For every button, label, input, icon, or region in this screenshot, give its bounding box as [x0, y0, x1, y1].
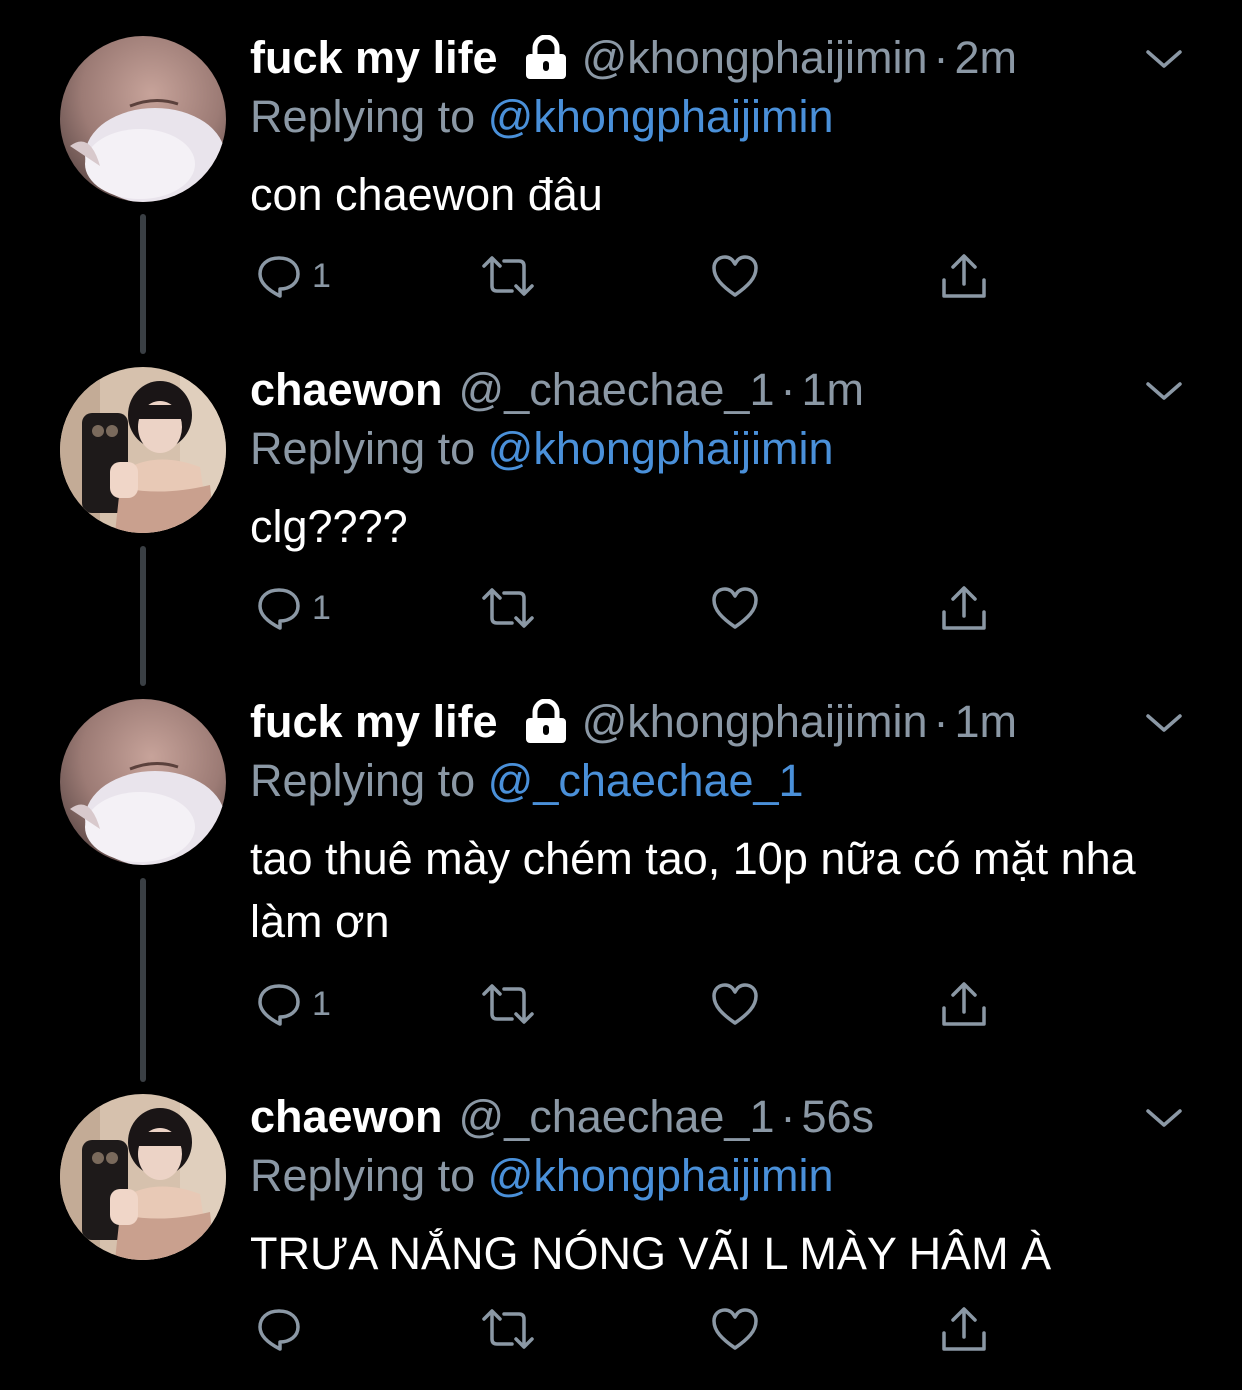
tweet-text: con chaewon đâu: [250, 169, 603, 220]
heart-icon: [712, 255, 758, 297]
chevron-down-icon[interactable]: [1142, 708, 1186, 738]
tweet-actions: 1: [250, 974, 1010, 1034]
replying-to-link[interactable]: @khongphaijimin: [488, 91, 834, 142]
sleeping-girl-avatar-image: [60, 36, 226, 202]
reply-button[interactable]: 1: [256, 246, 331, 306]
mirror-selfie-avatar-image: [60, 1094, 226, 1260]
avatar[interactable]: [60, 1094, 226, 1260]
retweet-icon: [482, 1309, 534, 1349]
replying-prefix: Replying to: [250, 423, 476, 474]
reply-button[interactable]: 1: [256, 974, 331, 1034]
replying-prefix: Replying to: [250, 91, 476, 142]
mirror-selfie-avatar-image: [60, 367, 226, 533]
tweet-header: chaewon @_chaechae_1 · 1m: [250, 360, 864, 420]
reply-count: 1: [312, 984, 331, 1023]
avatar[interactable]: [60, 367, 226, 533]
retweet-icon: [482, 984, 534, 1024]
separator: ·: [933, 696, 949, 747]
heart-icon: [712, 983, 758, 1025]
retweet-button[interactable]: [480, 246, 536, 306]
tweet-header: fuck my life @khongphaijimin · 1m: [250, 692, 1017, 752]
reply-count: 1: [312, 256, 331, 295]
like-button[interactable]: [710, 1299, 760, 1359]
avatar[interactable]: [60, 36, 226, 202]
reply-icon: [258, 1309, 300, 1351]
retweet-button[interactable]: [480, 578, 536, 638]
tweet-actions: 1: [250, 246, 1010, 306]
timestamp[interactable]: 1m: [801, 364, 864, 416]
display-name[interactable]: chaewon: [250, 1091, 443, 1143]
tweet-actions: 1: [250, 578, 1010, 638]
user-handle[interactable]: @khongphaijimin: [582, 696, 928, 748]
tweet-header: fuck my life @khongphaijimin · 2m: [250, 28, 1017, 88]
retweet-icon: [482, 588, 534, 628]
lock-icon: [525, 35, 566, 79]
timestamp[interactable]: 1m: [954, 696, 1017, 748]
tweet-actions: [250, 1299, 1010, 1359]
tweet-text: clg????: [250, 501, 408, 552]
share-button[interactable]: [940, 1299, 988, 1359]
like-button[interactable]: [710, 974, 760, 1034]
sleeping-girl-avatar-image: [60, 699, 226, 865]
chevron-down-icon[interactable]: [1142, 1103, 1186, 1133]
replying-to-link[interactable]: @khongphaijimin: [488, 1150, 834, 1201]
timestamp[interactable]: 56s: [801, 1091, 874, 1143]
display-name[interactable]: chaewon: [250, 364, 443, 416]
tweet-text: tao thuê mày chém tao, 10p nữa có mặt nh…: [250, 833, 1136, 947]
share-button[interactable]: [940, 246, 988, 306]
thread-line: [140, 878, 146, 1082]
share-icon: [942, 1307, 986, 1351]
avatar[interactable]: [60, 699, 226, 865]
replying-to: Replying to @khongphaijimin: [250, 1150, 834, 1202]
replying-to: Replying to @khongphaijimin: [250, 423, 834, 475]
share-button[interactable]: [940, 578, 988, 638]
display-name[interactable]: fuck my life: [250, 696, 498, 748]
share-icon: [942, 982, 986, 1026]
reply-icon: [258, 256, 300, 298]
reply-icon: [258, 984, 300, 1026]
like-button[interactable]: [710, 578, 760, 638]
reply-button[interactable]: [256, 1299, 312, 1359]
reply-button[interactable]: 1: [256, 578, 331, 638]
separator: ·: [933, 32, 949, 83]
display-name[interactable]: fuck my life: [250, 32, 498, 84]
lock-icon: [525, 699, 566, 743]
reply-count: 1: [312, 588, 331, 627]
retweet-button[interactable]: [480, 1299, 536, 1359]
retweet-icon: [482, 256, 534, 296]
replying-to: Replying to @_chaechae_1: [250, 755, 804, 807]
thread-line: [140, 546, 146, 686]
share-icon: [942, 254, 986, 298]
timestamp[interactable]: 2m: [954, 32, 1017, 84]
user-handle[interactable]: @_chaechae_1: [459, 1091, 775, 1143]
reply-icon: [258, 588, 300, 630]
thread-line: [140, 214, 146, 354]
replying-prefix: Replying to: [250, 755, 476, 806]
like-button[interactable]: [710, 246, 760, 306]
user-handle[interactable]: @khongphaijimin: [582, 32, 928, 84]
tweet-header: chaewon @_chaechae_1 · 56s: [250, 1087, 874, 1147]
heart-icon: [712, 1308, 758, 1350]
replying-to-link[interactable]: @khongphaijimin: [488, 423, 834, 474]
heart-icon: [712, 587, 758, 629]
separator: ·: [780, 1091, 796, 1142]
chevron-down-icon[interactable]: [1142, 376, 1186, 406]
replying-to: Replying to @khongphaijimin: [250, 91, 834, 143]
retweet-button[interactable]: [480, 974, 536, 1034]
tweet-text: TRƯA NẮNG NÓNG VÃI L MÀY HÂM À: [250, 1228, 1052, 1279]
share-icon: [942, 586, 986, 630]
replying-to-link[interactable]: @_chaechae_1: [488, 755, 804, 806]
user-handle[interactable]: @_chaechae_1: [459, 364, 775, 416]
replying-prefix: Replying to: [250, 1150, 476, 1201]
chevron-down-icon[interactable]: [1142, 44, 1186, 74]
share-button[interactable]: [940, 974, 988, 1034]
separator: ·: [780, 364, 796, 415]
